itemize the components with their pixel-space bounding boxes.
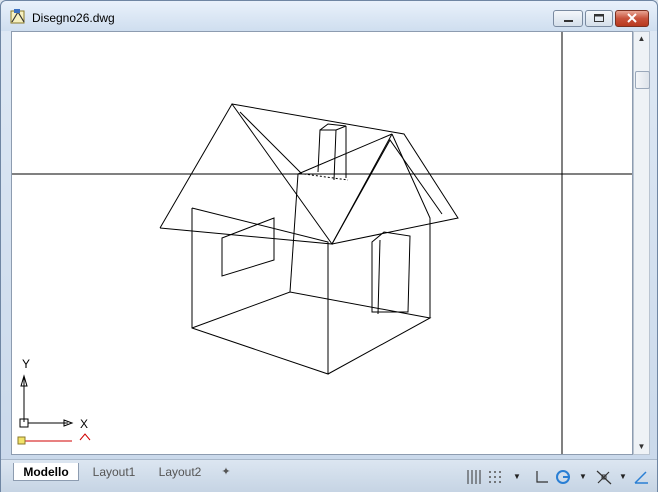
object-snap-icon[interactable] [595, 469, 613, 485]
dynamic-ucs-icon[interactable] [633, 469, 651, 485]
house-wireframe: Y X [12, 32, 632, 454]
tab-layout2[interactable]: Layout2 [147, 463, 213, 481]
close-icon [627, 13, 637, 23]
drawing-window: Disegno26.dwg Y X ▲ ▼ Modello Layout1 La… [0, 0, 658, 492]
ucs-y-label: Y [22, 357, 30, 371]
scroll-up-arrow-icon[interactable]: ▲ [634, 32, 649, 46]
tab-modello[interactable]: Modello [13, 463, 79, 481]
title-bar[interactable]: Disegno26.dwg [1, 1, 657, 31]
autocad-drawing-icon [10, 9, 25, 24]
polar-dropdown-icon[interactable]: ▼ [579, 472, 587, 481]
model-viewport[interactable]: Y X [11, 31, 633, 455]
window-title: Disegno26.dwg [32, 11, 115, 25]
maximize-button[interactable] [585, 10, 613, 27]
polar-tracking-icon[interactable] [555, 469, 573, 485]
vertical-scrollbar[interactable]: ▲ ▼ [633, 31, 650, 455]
minimize-button[interactable] [553, 10, 583, 27]
ucs-x-label: X [80, 417, 88, 431]
osnap-dropdown-icon[interactable]: ▼ [619, 472, 627, 481]
maximize-icon [594, 14, 604, 22]
add-layout-icon[interactable]: ✦ [215, 463, 237, 481]
minimize-icon [564, 20, 573, 22]
grid-display-icon[interactable] [465, 469, 483, 485]
ortho-mode-icon[interactable] [533, 469, 551, 485]
snap-dropdown-icon[interactable]: ▼ [513, 472, 521, 481]
tab-layout1[interactable]: Layout1 [81, 463, 147, 481]
scroll-down-arrow-icon[interactable]: ▼ [634, 440, 649, 454]
status-bar: Modello Layout1 Layout2 ✦ ▼ ▼ ▼ [1, 459, 657, 492]
snap-mode-icon[interactable] [487, 469, 505, 485]
scroll-thumb[interactable] [635, 71, 650, 89]
close-button[interactable] [615, 10, 649, 27]
